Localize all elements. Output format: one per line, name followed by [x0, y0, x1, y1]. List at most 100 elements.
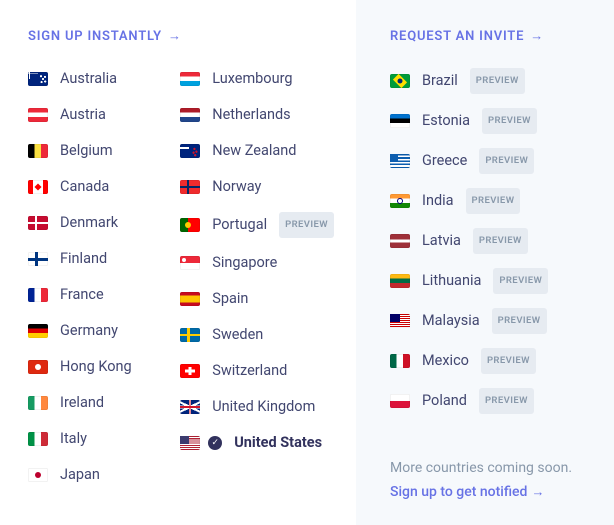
country-mx[interactable]: Mexico PREVIEW	[390, 348, 600, 374]
preview-badge: PREVIEW	[482, 108, 537, 134]
invite-heading-link[interactable]: REQUEST AN INVITE →	[390, 28, 600, 44]
signup-col-2: Luxembourg Netherlands New Zealand Norway Po…	[180, 68, 334, 486]
country-lt[interactable]: LithuaniaPREVIEW	[390, 268, 600, 294]
signup-panel: SIGN UP INSTANTLY → Australia Austria Belg…	[0, 0, 356, 525]
country-pl[interactable]: PolandPREVIEW	[390, 388, 600, 414]
country-de[interactable]: Germany	[28, 320, 180, 342]
country-label: Estonia	[422, 110, 470, 132]
hk-flag-icon	[28, 360, 48, 374]
country-label: France	[60, 284, 104, 306]
country-ee[interactable]: Estonia PREVIEW	[390, 108, 600, 134]
country-nl[interactable]: Netherlands	[180, 104, 334, 126]
country-my[interactable]: Malaysia PREVIEW	[390, 308, 600, 334]
country-label: Norway	[212, 176, 261, 198]
country-it[interactable]: Italy	[28, 428, 180, 450]
country-label: Brazil	[422, 70, 458, 92]
country-be[interactable]: Belgium	[28, 140, 180, 162]
country-label: Netherlands	[212, 104, 290, 126]
preview-badge: PREVIEW	[470, 68, 525, 94]
country-label: Australia	[60, 68, 117, 90]
country-se[interactable]: Sweden	[180, 324, 334, 346]
arrow-right-icon: →	[530, 28, 544, 44]
country-hk[interactable]: Hong Kong	[28, 356, 180, 378]
gr-flag-icon	[390, 154, 410, 168]
country-ie[interactable]: Ireland	[28, 392, 180, 414]
country-ca[interactable]: Canada	[28, 176, 180, 198]
country-label: Japan	[60, 464, 100, 486]
signup-col-1: Australia Austria Belgium Canada Denmark Finl…	[28, 68, 180, 486]
in-flag-icon	[390, 194, 410, 208]
country-no[interactable]: Norway	[180, 176, 334, 198]
preview-badge: PREVIEW	[492, 308, 547, 334]
mx-flag-icon	[390, 354, 410, 368]
country-pt[interactable]: Portugal PREVIEW	[180, 212, 334, 238]
at-flag-icon	[28, 108, 48, 122]
country-at[interactable]: Austria	[28, 104, 180, 126]
country-label: Portugal	[212, 214, 267, 236]
country-label: United Kingdom	[212, 396, 315, 418]
country-au[interactable]: Australia	[28, 68, 180, 90]
signup-heading-link[interactable]: SIGN UP INSTANTLY →	[28, 28, 334, 44]
country-label: Belgium	[60, 140, 113, 162]
se-flag-icon	[180, 328, 200, 342]
preview-badge: PREVIEW	[279, 212, 334, 238]
pt-flag-icon	[180, 218, 200, 232]
footer-signup-link[interactable]: Sign up to get notified →	[390, 481, 600, 505]
preview-badge: PREVIEW	[466, 188, 521, 214]
ee-flag-icon	[390, 114, 410, 128]
country-br[interactable]: Brazil PREVIEW	[390, 68, 600, 94]
country-label: Luxembourg	[212, 68, 292, 90]
country-es[interactable]: Spain	[180, 288, 334, 310]
lt-flag-icon	[390, 274, 410, 288]
preview-badge: PREVIEW	[479, 148, 534, 174]
lu-flag-icon	[180, 72, 200, 86]
preview-badge: PREVIEW	[473, 228, 528, 254]
country-label: Hong Kong	[60, 356, 132, 378]
country-us[interactable]: ✓United States	[180, 432, 334, 454]
country-jp[interactable]: Japan	[28, 464, 180, 486]
preview-badge: PREVIEW	[481, 348, 536, 374]
ch-flag-icon	[180, 364, 200, 378]
country-lu[interactable]: Luxembourg	[180, 68, 334, 90]
sg-flag-icon	[180, 256, 200, 270]
country-gr[interactable]: GreecePREVIEW	[390, 148, 600, 174]
country-label: Spain	[212, 288, 248, 310]
gb-flag-icon	[180, 400, 200, 414]
no-flag-icon	[180, 180, 200, 194]
br-flag-icon	[390, 74, 410, 88]
country-fr[interactable]: France	[28, 284, 180, 306]
ie-flag-icon	[28, 396, 48, 410]
country-label: India	[422, 190, 454, 212]
jp-flag-icon	[28, 468, 48, 482]
footer-text: More countries coming soon.	[390, 457, 600, 481]
country-ch[interactable]: Switzerland	[180, 360, 334, 382]
fr-flag-icon	[28, 288, 48, 302]
es-flag-icon	[180, 292, 200, 306]
country-label: Malaysia	[422, 310, 480, 332]
country-gb[interactable]: United Kingdom	[180, 396, 334, 418]
country-label: Italy	[60, 428, 87, 450]
country-label: Ireland	[60, 392, 104, 414]
pl-flag-icon	[390, 394, 410, 408]
country-dk[interactable]: Denmark	[28, 212, 180, 234]
arrow-right-icon: →	[531, 482, 544, 504]
country-label: Mexico	[422, 350, 469, 372]
country-label: Poland	[422, 390, 467, 412]
my-flag-icon	[390, 314, 410, 328]
au-flag-icon	[28, 72, 48, 86]
it-flag-icon	[28, 432, 48, 446]
country-in[interactable]: India PREVIEW	[390, 188, 600, 214]
country-label: New Zealand	[212, 140, 296, 162]
de-flag-icon	[28, 324, 48, 338]
country-fi[interactable]: Finland	[28, 248, 180, 270]
country-lv[interactable]: Latvia PREVIEW	[390, 228, 600, 254]
country-label: Latvia	[422, 230, 461, 252]
invite-heading-text: REQUEST AN INVITE	[390, 29, 524, 44]
be-flag-icon	[28, 144, 48, 158]
country-label: United States	[234, 432, 322, 454]
invite-list: BrazilPREVIEWEstoniaPREVIEWGreecePREVIEW…	[390, 68, 600, 414]
country-nz[interactable]: New Zealand	[180, 140, 334, 162]
country-sg[interactable]: Singapore	[180, 252, 334, 274]
nl-flag-icon	[180, 108, 200, 122]
country-label: Denmark	[60, 212, 118, 234]
